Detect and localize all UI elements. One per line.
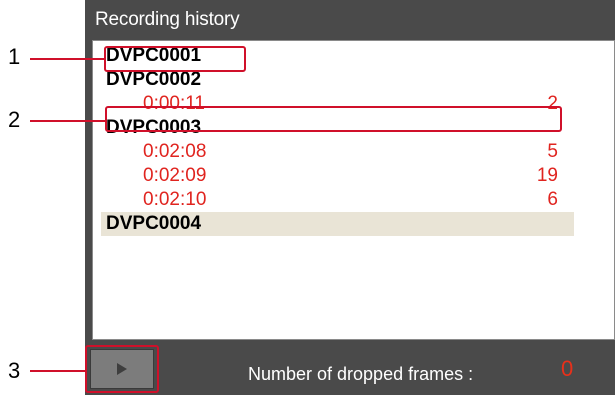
panel-title: Recording history	[95, 9, 240, 30]
file-name: DVPC0004	[106, 213, 202, 234]
dropped-frames-label: Number of dropped frames :	[248, 364, 474, 384]
drop-count: 6	[547, 189, 558, 210]
list-item-drop[interactable]: 0:02:10 6	[93, 188, 614, 212]
callout-highlight-drop	[105, 106, 562, 132]
callout-highlight-file	[104, 46, 246, 72]
drop-timecode: 0:02:10	[143, 189, 207, 210]
list-item-drop[interactable]: 0:02:08 5	[93, 140, 614, 164]
callout-highlight-play	[85, 345, 159, 393]
callout-number: 2	[8, 107, 21, 132]
list-item-file-selected[interactable]: DVPC0004	[93, 212, 614, 236]
callout-leader-line	[30, 120, 106, 122]
recording-history-list[interactable]: DVPC0001 DVPC0002 0:00:11 2 DVPC0003 0:0…	[92, 40, 615, 340]
drop-count: 5	[547, 141, 558, 162]
drop-count: 19	[536, 165, 558, 186]
drop-timecode: 0:02:08	[143, 141, 207, 162]
drop-timecode: 0:02:09	[143, 165, 207, 186]
callout-leader-line	[30, 58, 105, 60]
callout-number: 1	[8, 44, 21, 69]
dropped-frames-value: 0	[561, 356, 574, 381]
callout-number: 3	[8, 358, 21, 383]
list-item-drop[interactable]: 0:02:09 19	[93, 164, 614, 188]
callout-leader-line	[30, 370, 85, 372]
